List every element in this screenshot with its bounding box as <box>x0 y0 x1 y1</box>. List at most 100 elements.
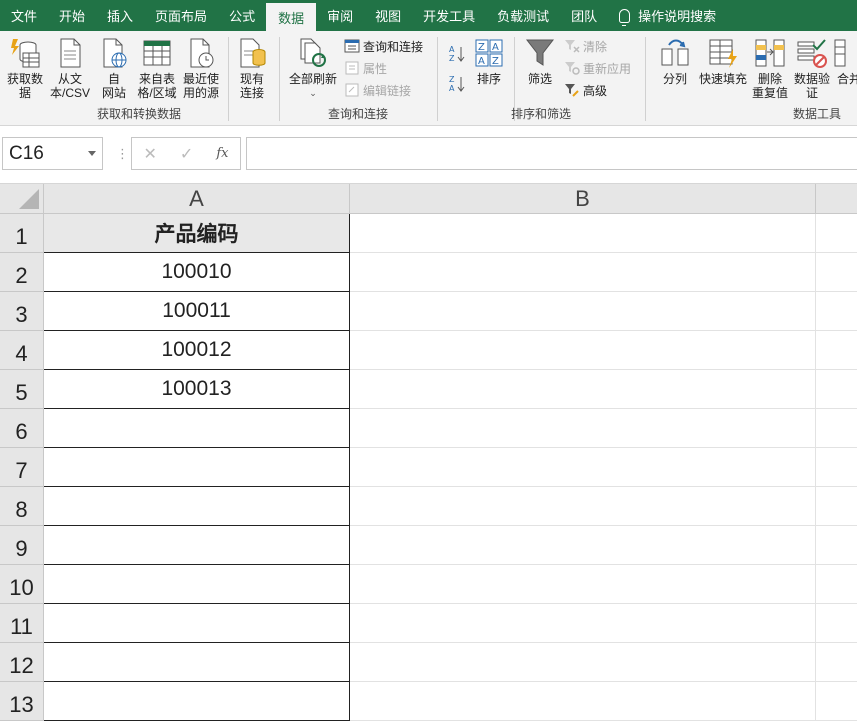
name-box[interactable]: C16 <box>2 137 103 170</box>
insert-function-icon[interactable]: fx <box>216 146 228 161</box>
existing-connections-label: 现有 连接 <box>239 72 264 100</box>
reapply-button[interactable]: 重新应用 <box>564 58 631 78</box>
cell-a[interactable]: 100012 <box>44 331 350 370</box>
tab-file[interactable]: 文件 <box>0 0 48 31</box>
cell-c[interactable] <box>816 448 857 487</box>
cell-b[interactable] <box>350 682 816 721</box>
row-header[interactable]: 13 <box>0 682 44 721</box>
cell-b[interactable] <box>350 604 816 643</box>
cell-c[interactable] <box>816 214 857 253</box>
consolidate-button[interactable]: 合并 <box>834 37 857 86</box>
row-header[interactable]: 1 <box>0 214 44 253</box>
cell-b[interactable] <box>350 370 816 409</box>
cell-b[interactable] <box>350 448 816 487</box>
cell-c[interactable] <box>816 604 857 643</box>
select-all-button[interactable] <box>0 184 44 214</box>
row-header[interactable]: 8 <box>0 487 44 526</box>
cell-b[interactable] <box>350 409 816 448</box>
enter-icon[interactable]: ✓ <box>180 144 193 164</box>
text-to-columns-button[interactable]: 分列 <box>658 37 692 86</box>
cell-a[interactable]: 100013 <box>44 370 350 409</box>
cell-a[interactable] <box>44 682 350 721</box>
tell-me-search[interactable]: 操作说明搜索 <box>608 0 727 31</box>
row-header[interactable]: 6 <box>0 409 44 448</box>
cell-a[interactable]: 100010 <box>44 253 350 292</box>
properties-button[interactable]: 属性 <box>344 58 387 78</box>
sort-button[interactable]: Z A A Z 排序 <box>472 37 506 86</box>
sort-ascending-icon: A Z <box>449 45 465 63</box>
column-header-c[interactable] <box>816 184 857 214</box>
data-validation-button[interactable]: 数据验 证 <box>792 37 832 100</box>
tab-review[interactable]: 审阅 <box>316 0 364 31</box>
existing-connections-icon <box>240 38 266 68</box>
row-header[interactable]: 7 <box>0 448 44 487</box>
cell-a[interactable] <box>44 643 350 682</box>
tab-developer[interactable]: 开发工具 <box>412 0 486 31</box>
cancel-icon[interactable]: ✕ <box>144 144 157 164</box>
get-data-button[interactable]: 获取数 据 <box>4 37 46 100</box>
cell-a[interactable] <box>44 526 350 565</box>
cell-a[interactable] <box>44 604 350 643</box>
cell-c[interactable] <box>816 565 857 604</box>
clear-filter-button[interactable]: 清除 <box>564 36 607 56</box>
formula-input[interactable] <box>246 137 857 170</box>
cell-b[interactable] <box>350 292 816 331</box>
resize-grip-icon[interactable]: ⋮ <box>116 146 129 162</box>
cell-c[interactable] <box>816 526 857 565</box>
filter-button[interactable]: 筛选 <box>522 37 558 86</box>
row-header[interactable]: 10 <box>0 565 44 604</box>
row-header[interactable]: 4 <box>0 331 44 370</box>
cell-a[interactable] <box>44 565 350 604</box>
cell-a[interactable] <box>44 409 350 448</box>
tab-load-test[interactable]: 负载测试 <box>486 0 560 31</box>
cell-a[interactable]: 100011 <box>44 292 350 331</box>
tab-view[interactable]: 视图 <box>364 0 412 31</box>
advanced-filter-button[interactable]: 高级 <box>564 80 607 100</box>
recent-sources-button[interactable]: 最近使 用的源 <box>180 37 222 100</box>
cell-b[interactable] <box>350 331 816 370</box>
cell-c[interactable] <box>816 370 857 409</box>
cell-c[interactable] <box>816 253 857 292</box>
from-text-csv-button[interactable]: 从文 本/CSV <box>48 37 92 100</box>
sort-ascending-button[interactable]: A Z <box>448 43 469 65</box>
cell-c[interactable] <box>816 292 857 331</box>
cell-b[interactable] <box>350 565 816 604</box>
cell-b[interactable] <box>350 487 816 526</box>
cell-b[interactable] <box>350 253 816 292</box>
cell-c[interactable] <box>816 682 857 721</box>
chevron-down-icon[interactable] <box>88 151 96 156</box>
cell-a[interactable] <box>44 487 350 526</box>
cell-b[interactable] <box>350 526 816 565</box>
tab-page-layout[interactable]: 页面布局 <box>144 0 218 31</box>
column-header-a[interactable]: A <box>44 184 350 214</box>
existing-connections-button[interactable]: 现有 连接 <box>232 37 272 100</box>
cell-b[interactable] <box>350 214 816 253</box>
edit-links-button[interactable]: 编辑链接 <box>344 80 411 100</box>
row-header[interactable]: 9 <box>0 526 44 565</box>
sort-descending-button[interactable]: Z A <box>448 73 469 95</box>
row-header[interactable]: 5 <box>0 370 44 409</box>
tab-formulas[interactable]: 公式 <box>218 0 266 31</box>
from-table-button[interactable]: 来自表 格/区域 <box>135 37 179 100</box>
column-header-b[interactable]: B <box>350 184 816 214</box>
refresh-all-button[interactable]: 全部刷新 ⌄ <box>286 37 340 100</box>
row-header[interactable]: 3 <box>0 292 44 331</box>
tab-data[interactable]: 数据 <box>266 3 317 31</box>
row-header[interactable]: 11 <box>0 604 44 643</box>
cell-c[interactable] <box>816 331 857 370</box>
cell-c[interactable] <box>816 409 857 448</box>
cell-c[interactable] <box>816 643 857 682</box>
row-header[interactable]: 2 <box>0 253 44 292</box>
queries-connections-button[interactable]: 查询和连接 <box>344 36 423 56</box>
row-header[interactable]: 12 <box>0 643 44 682</box>
tab-home[interactable]: 开始 <box>48 0 96 31</box>
remove-duplicates-button[interactable]: 删除 重复值 <box>750 37 790 100</box>
cell-a-header[interactable]: 产品编码 <box>44 214 350 253</box>
flash-fill-button[interactable]: 快速填充 <box>698 37 748 86</box>
tab-insert[interactable]: 插入 <box>96 0 144 31</box>
cell-b[interactable] <box>350 643 816 682</box>
cell-a[interactable] <box>44 448 350 487</box>
tab-team[interactable]: 团队 <box>560 0 608 31</box>
cell-c[interactable] <box>816 487 857 526</box>
from-web-button[interactable]: 自 网站 <box>94 37 134 100</box>
